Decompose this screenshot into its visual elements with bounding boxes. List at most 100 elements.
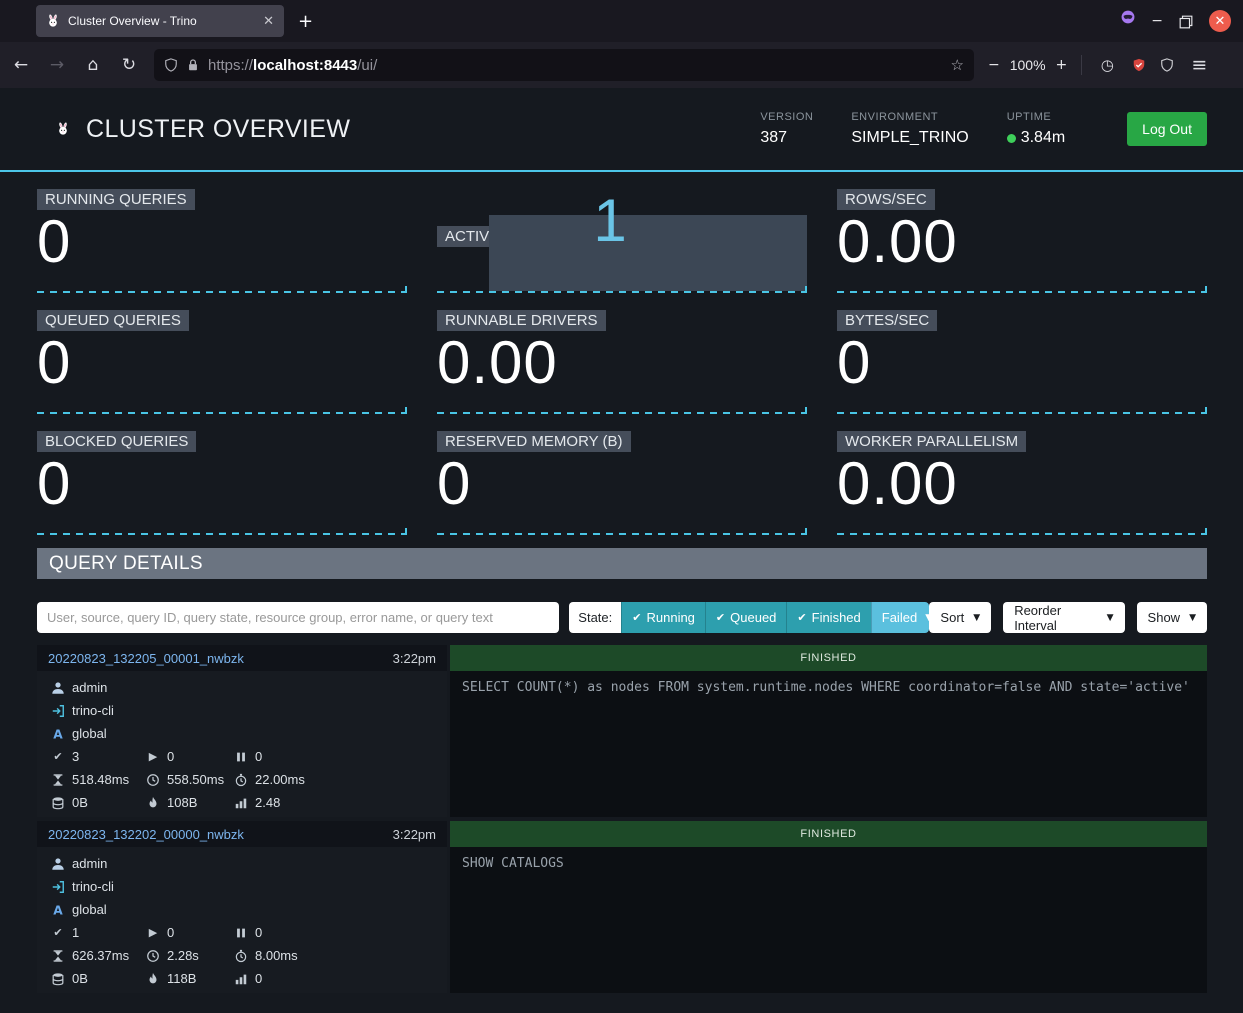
user-icon bbox=[51, 857, 65, 871]
uptime-value: 3.84m bbox=[1021, 129, 1065, 147]
url-scheme: https:// bbox=[208, 57, 253, 74]
query-state-badge: FINISHED bbox=[450, 821, 1207, 847]
browser-tab-bar: Cluster Overview - Trino ✕ + − ✕ bbox=[0, 0, 1243, 42]
cpu-time-icon bbox=[234, 949, 248, 963]
forward-icon[interactable]: → bbox=[46, 55, 68, 75]
cluster-stats-grid: RUNNING QUERIES 0 ACTIVE WORKERS 1 ROWS/… bbox=[0, 172, 1243, 535]
sort-dropdown[interactable]: Sort ▼ bbox=[929, 602, 991, 633]
reload-icon[interactable]: ↻ bbox=[118, 55, 140, 75]
total-time: 2.28s bbox=[167, 948, 199, 963]
total-time-icon bbox=[146, 773, 160, 787]
total-time: 558.50ms bbox=[167, 772, 224, 787]
tab-title: Cluster Overview - Trino bbox=[68, 14, 255, 28]
url-path: /ui/ bbox=[357, 57, 377, 74]
query-meta: admin trino-cli Aglobal ✔1 ▶0 0 626.37ms… bbox=[37, 847, 447, 993]
check-icon: ✔ bbox=[797, 611, 806, 624]
version-stat: VERSION 387 bbox=[760, 111, 813, 147]
current-memory-icon bbox=[51, 972, 65, 986]
sparkline bbox=[837, 533, 1207, 535]
version-label: VERSION bbox=[760, 111, 813, 123]
version-value: 387 bbox=[760, 129, 813, 147]
show-dropdown[interactable]: Show ▼ bbox=[1137, 602, 1207, 633]
window-minimize-icon[interactable]: − bbox=[1151, 13, 1163, 29]
filter-queued-button[interactable]: ✔ Queued bbox=[705, 602, 786, 633]
query-source: trino-cli bbox=[72, 879, 114, 894]
query-user: admin bbox=[72, 856, 107, 871]
resource-group-icon: A bbox=[51, 727, 65, 741]
query-list: 20220823_132205_00001_nwbzk 3:22pm FINIS… bbox=[0, 645, 1243, 993]
trino-favicon-icon bbox=[46, 14, 60, 28]
stat-active-workers: ACTIVE WORKERS 1 bbox=[437, 189, 807, 293]
queued-splits-icon bbox=[234, 750, 248, 764]
query-row: 20220823_132202_00000_nwbzk 3:22pm FINIS… bbox=[37, 821, 1207, 993]
browser-tab[interactable]: Cluster Overview - Trino ✕ bbox=[36, 5, 284, 37]
source-icon bbox=[51, 704, 65, 718]
url-bar[interactable]: https://localhost:8443/ui/ ☆ bbox=[154, 49, 974, 81]
lock-icon[interactable] bbox=[186, 58, 200, 72]
current-memory-icon bbox=[51, 796, 65, 810]
svg-text:A: A bbox=[53, 903, 63, 917]
home-icon[interactable]: ⌂ bbox=[82, 55, 104, 75]
query-sql-text: SHOW CATALOGS bbox=[450, 847, 1207, 993]
query-meta: admin trino-cli Aglobal ✔3 ▶0 0 518.48ms… bbox=[37, 671, 447, 817]
caret-down-icon: ▼ bbox=[1107, 613, 1114, 623]
query-header: 20220823_132205_00001_nwbzk 3:22pm bbox=[37, 645, 447, 671]
peak-memory-icon bbox=[146, 972, 160, 986]
stat-rows-sec: ROWS/SEC 0.00 bbox=[837, 189, 1207, 293]
window-restore-icon[interactable] bbox=[1179, 15, 1193, 27]
stat-running-queries: RUNNING QUERIES 0 bbox=[37, 189, 407, 293]
queued-splits-icon bbox=[234, 926, 248, 940]
query-time: 3:22pm bbox=[393, 827, 436, 842]
state-filter-group: State: ✔ Running ✔ Queued ✔ Finished Fai… bbox=[569, 602, 929, 633]
completed-splits-icon: ✔ bbox=[51, 750, 65, 763]
browser-nav-bar: ← → ⌂ ↻ https://localhost:8443/ui/ ☆ − 1… bbox=[0, 42, 1243, 88]
resource-group-icon: A bbox=[51, 903, 65, 917]
query-filter-row: State: ✔ Running ✔ Queued ✔ Finished Fai… bbox=[37, 602, 1207, 633]
tracking-shield-icon[interactable] bbox=[164, 58, 178, 72]
new-tab-button[interactable]: + bbox=[298, 11, 313, 32]
query-resource-group: global bbox=[72, 902, 107, 917]
query-id-link[interactable]: 20220823_132205_00001_nwbzk bbox=[48, 651, 244, 666]
back-icon[interactable]: ← bbox=[10, 55, 32, 75]
tab-close-icon[interactable]: ✕ bbox=[263, 14, 274, 29]
wall-time-icon bbox=[51, 773, 65, 787]
menu-icon[interactable]: ≡ bbox=[1188, 54, 1210, 76]
uptime-label: UPTIME bbox=[1007, 111, 1065, 123]
filter-finished-button[interactable]: ✔ Finished bbox=[786, 602, 870, 633]
running-splits: 0 bbox=[167, 925, 174, 940]
history-clock-icon[interactable]: ◷ bbox=[1096, 56, 1118, 74]
query-id-link[interactable]: 20220823_132202_00000_nwbzk bbox=[48, 827, 244, 842]
account-icon[interactable] bbox=[1121, 10, 1135, 32]
sparkline-fill bbox=[489, 215, 807, 291]
extension-icon[interactable] bbox=[1132, 58, 1146, 72]
trino-logo bbox=[56, 122, 70, 136]
filter-running-button[interactable]: ✔ Running bbox=[621, 602, 705, 633]
peak-memory: 118B bbox=[167, 971, 196, 986]
query-header: 20220823_132202_00000_nwbzk 3:22pm bbox=[37, 821, 447, 847]
window-close-icon[interactable]: ✕ bbox=[1209, 10, 1231, 32]
filter-failed-dropdown[interactable]: Failed ▼ bbox=[871, 602, 930, 633]
peak-memory: 108B bbox=[167, 795, 197, 810]
wall-time-icon bbox=[51, 949, 65, 963]
total-time-icon bbox=[146, 949, 160, 963]
zoom-level[interactable]: 100% bbox=[1010, 57, 1046, 73]
bookmark-star-icon[interactable]: ☆ bbox=[951, 56, 964, 74]
cpu-time: 8.00ms bbox=[255, 948, 298, 963]
uptime-status-dot bbox=[1007, 134, 1016, 143]
zoom-out-icon[interactable]: − bbox=[988, 57, 1000, 73]
sparkline bbox=[37, 412, 407, 414]
completed-splits: 1 bbox=[72, 925, 79, 940]
sparkline bbox=[837, 412, 1207, 414]
zoom-in-icon[interactable]: + bbox=[1056, 57, 1068, 73]
privacy-shield-icon[interactable] bbox=[1160, 58, 1174, 72]
running-splits-icon: ▶ bbox=[146, 926, 160, 939]
query-sql-text: SELECT COUNT(*) as nodes FROM system.run… bbox=[450, 671, 1207, 817]
sparkline bbox=[437, 291, 807, 293]
environment-value: SIMPLE_TRINO bbox=[851, 129, 968, 147]
caret-down-icon: ▼ bbox=[973, 613, 980, 623]
stat-reserved-memory: RESERVED MEMORY (B) 0 bbox=[437, 431, 807, 535]
query-details-header: QUERY DETAILS bbox=[37, 548, 1207, 579]
query-search-input[interactable] bbox=[37, 602, 559, 633]
logout-button[interactable]: Log Out bbox=[1127, 112, 1207, 146]
reorder-interval-dropdown[interactable]: Reorder Interval ▼ bbox=[1003, 602, 1124, 633]
